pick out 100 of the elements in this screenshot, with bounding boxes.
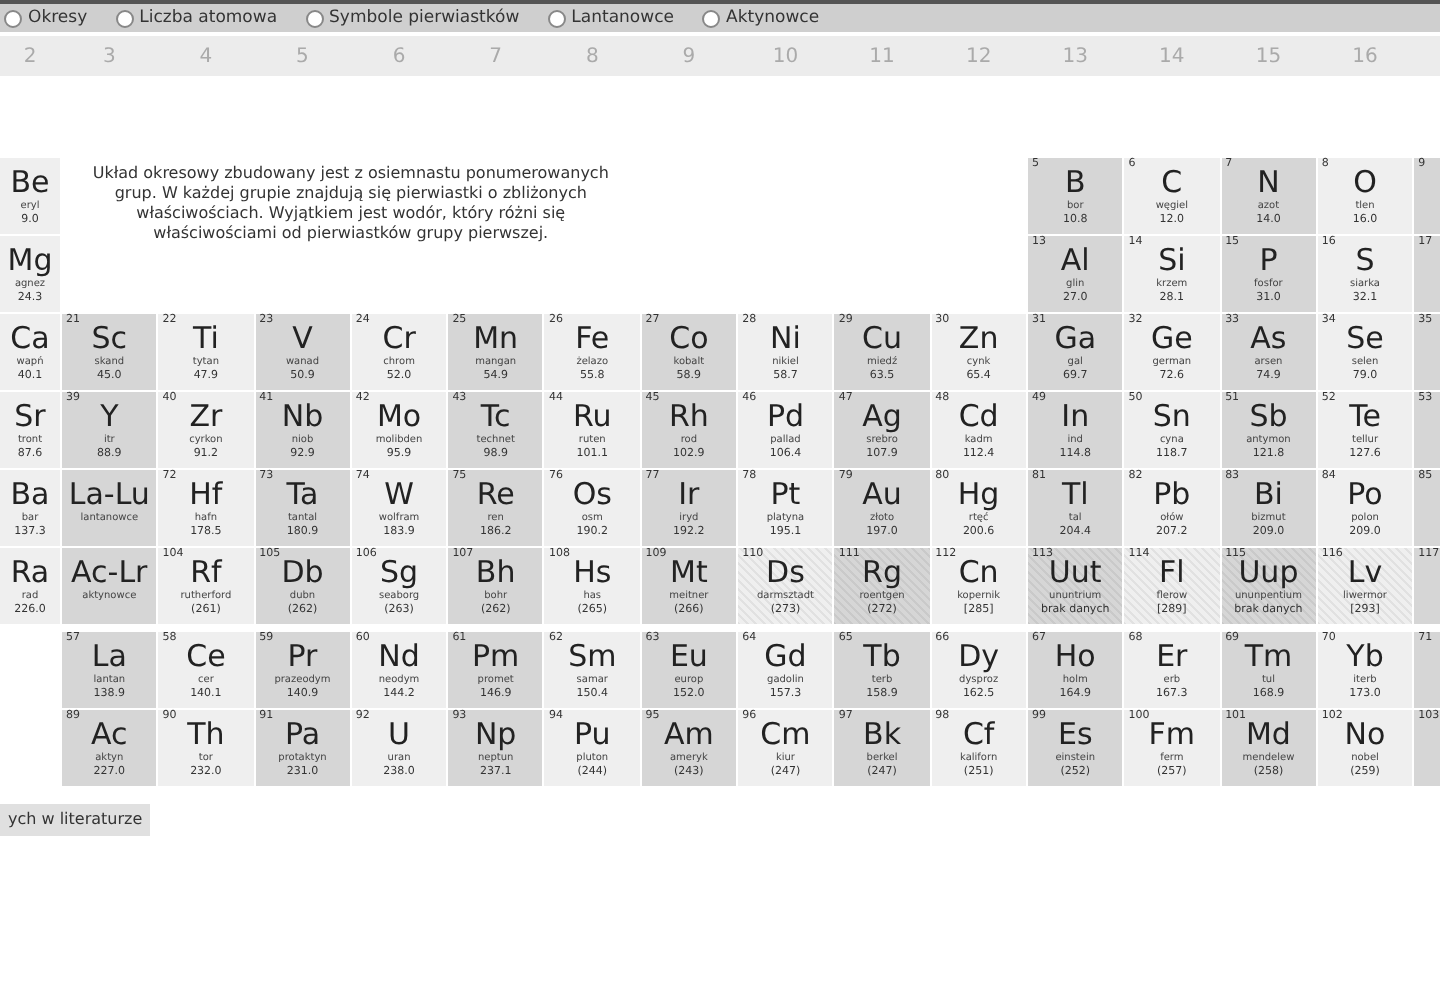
element-symbol: Mo bbox=[376, 400, 422, 434]
element-symbol: Hg bbox=[957, 478, 1000, 512]
element-symbol: Pd bbox=[766, 400, 805, 434]
element-symbol: Sg bbox=[380, 556, 419, 590]
element-symbol: Fl bbox=[1159, 556, 1185, 590]
radio-option[interactable]: Liczba atomowa bbox=[115, 5, 278, 31]
element-symbol: Y bbox=[100, 400, 119, 434]
element-symbol: No bbox=[1344, 718, 1386, 752]
element-symbol: Pb bbox=[1153, 478, 1191, 512]
element-symbol: Cd bbox=[958, 400, 999, 434]
element-symbol: Au bbox=[862, 478, 902, 512]
element-symbol: Ca bbox=[10, 322, 50, 356]
element-symbol: Md bbox=[1245, 718, 1291, 752]
element-symbol: Sb bbox=[1249, 400, 1288, 434]
element-symbol: Rg bbox=[862, 556, 902, 590]
element-symbol: Hf bbox=[189, 478, 223, 512]
element-symbol: Se bbox=[1346, 322, 1384, 356]
element-symbol: N bbox=[1257, 166, 1280, 200]
element-symbol: Pu bbox=[573, 718, 611, 752]
element-symbol: Er bbox=[1156, 640, 1188, 674]
radio-option[interactable]: Lantanowce bbox=[547, 5, 674, 31]
element-symbol: Am bbox=[663, 718, 714, 752]
element-symbol: Gd bbox=[764, 640, 807, 674]
element-symbol: As bbox=[1250, 322, 1287, 356]
element-symbol: Ba bbox=[10, 478, 50, 512]
element-symbol: O bbox=[1353, 166, 1377, 200]
element-symbol: Eu bbox=[669, 640, 708, 674]
element-symbol: La-Lu bbox=[68, 478, 150, 512]
element-symbol: Ho bbox=[1054, 640, 1096, 674]
element-symbol: Ru bbox=[573, 400, 612, 434]
element-symbol: Rh bbox=[668, 400, 709, 434]
element-symbol: Mn bbox=[473, 322, 519, 356]
element-symbol: Ti bbox=[193, 322, 219, 356]
element-symbol: La bbox=[91, 640, 127, 674]
element-symbol: Np bbox=[474, 718, 517, 752]
element-symbol: Es bbox=[1057, 718, 1093, 752]
element-symbol: Te bbox=[1349, 400, 1381, 434]
element-symbol: Ir bbox=[678, 478, 700, 512]
element-symbol: Fe bbox=[575, 322, 610, 356]
radio-option[interactable]: Symbole pierwiastków bbox=[305, 5, 520, 31]
element-symbol: Re bbox=[476, 478, 515, 512]
element-symbol: Lv bbox=[1347, 556, 1383, 590]
element-symbol: Rf bbox=[190, 556, 222, 590]
element-symbol: Be bbox=[10, 166, 50, 200]
radio-option[interactable]: Okresy bbox=[4, 5, 88, 31]
element-symbol: Bk bbox=[863, 718, 902, 752]
element-symbol: Nd bbox=[378, 640, 420, 674]
radio-option[interactable]: Aktynowce bbox=[702, 5, 820, 31]
element-symbol: Fm bbox=[1148, 718, 1196, 752]
element-symbol: Cr bbox=[382, 322, 416, 356]
element-symbol: Uup bbox=[1238, 556, 1299, 590]
literature-button[interactable]: ych w literaturze bbox=[0, 803, 151, 836]
element-symbol: Cm bbox=[760, 718, 811, 752]
element-symbol: Sc bbox=[91, 322, 128, 356]
element-symbol: Pa bbox=[284, 718, 321, 752]
element-symbol: S bbox=[1355, 244, 1375, 278]
element-symbol: Ra bbox=[10, 556, 50, 590]
element-symbol: Nb bbox=[281, 400, 324, 434]
element-symbol: C bbox=[1161, 166, 1183, 200]
element-symbol: Pm bbox=[472, 640, 520, 674]
element-symbol: Pt bbox=[770, 478, 801, 512]
element-symbol: In bbox=[1061, 400, 1090, 434]
element-symbol: B bbox=[1064, 166, 1086, 200]
element-symbol: W bbox=[384, 478, 414, 512]
element-symbol: V bbox=[292, 322, 313, 356]
element-symbol: Tc bbox=[480, 400, 511, 434]
element-symbol: Tb bbox=[863, 640, 901, 674]
element-symbol: Db bbox=[281, 556, 324, 590]
element-symbol: Co bbox=[669, 322, 709, 356]
element-symbol: Ag bbox=[862, 400, 902, 434]
element-symbol: Ge bbox=[1150, 322, 1193, 356]
element-symbol: Cu bbox=[862, 322, 903, 356]
element-symbol: Ta bbox=[286, 478, 319, 512]
element-symbol: U bbox=[388, 718, 411, 752]
element-symbol: Yb bbox=[1346, 640, 1384, 674]
element-symbol: Bh bbox=[475, 556, 516, 590]
element-symbol: Sm bbox=[568, 640, 617, 674]
element-symbol: Ac-Lr bbox=[71, 556, 148, 590]
element-symbol: Mt bbox=[670, 556, 708, 590]
element-symbol: Sr bbox=[14, 400, 46, 434]
element-symbol: Th bbox=[187, 718, 225, 752]
element-symbol: Al bbox=[1060, 244, 1090, 278]
element-symbol: Dy bbox=[958, 640, 1000, 674]
element-symbol: Mg bbox=[7, 244, 53, 278]
element-symbol: Po bbox=[1347, 478, 1383, 512]
element-symbol: Cf bbox=[962, 718, 995, 752]
element-symbol: Bi bbox=[1253, 478, 1283, 512]
element-symbol: Si bbox=[1158, 244, 1186, 278]
element-symbol: Ds bbox=[766, 556, 805, 590]
description-text: Układ okresowy zbudowany jest z osiemnastu ponumerowanych grup. W każdej grupie znajdują się pierwiastki o zbliżonych właściwościach. Wyjątkiem jest wodór, który różni się właściwościami od pierwiastków grupy pierwszej. bbox=[90, 162, 611, 246]
element-symbol: Ni bbox=[770, 322, 801, 356]
element-symbol: Ac bbox=[91, 718, 128, 752]
element-symbol: Uut bbox=[1048, 556, 1102, 590]
element-symbol: P bbox=[1259, 244, 1278, 278]
element-symbol: Zr bbox=[189, 400, 223, 434]
element-symbol: Hs bbox=[573, 556, 612, 590]
element-symbol: Cn bbox=[958, 556, 999, 590]
element-symbol: Sn bbox=[1152, 400, 1191, 434]
element-symbol: Ga bbox=[1054, 322, 1097, 356]
element-symbol: Pr bbox=[287, 640, 318, 674]
